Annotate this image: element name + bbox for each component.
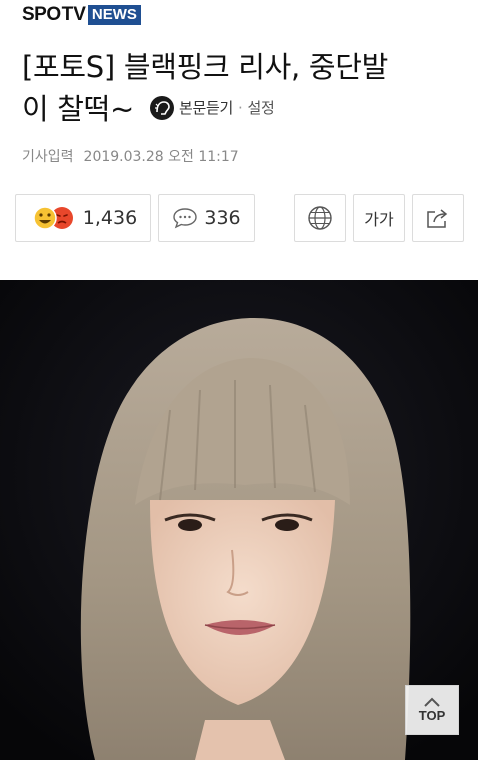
reaction-button[interactable]: 1,436 <box>15 194 151 242</box>
settings-link[interactable]: 설정 <box>247 87 274 129</box>
reaction-emoji-icon <box>33 206 73 230</box>
listen-button[interactable]: 본문듣기 <box>179 87 233 129</box>
article-title-line1: [포토S] 블랙핑크 리사, 중단발 <box>22 50 388 84</box>
scroll-to-top-button[interactable]: TOP <box>405 685 459 735</box>
share-button[interactable] <box>412 194 464 242</box>
chevron-up-icon <box>424 697 440 707</box>
site-logo[interactable]: SPO TV NEWS <box>22 4 141 26</box>
font-size-label: 가가 <box>364 210 394 229</box>
article-meta: 기사입력 2019.03.28 오전 11:17 <box>22 146 239 166</box>
article-title-line2: 이 찰떡~ <box>22 92 135 126</box>
logo-tv-text: TV <box>61 4 86 25</box>
listen-controls: 본문듣기 · 설정 <box>149 87 275 129</box>
listen-icon[interactable] <box>149 95 175 121</box>
font-size-button[interactable]: 가가 <box>353 194 405 242</box>
logo-news-badge: NEWS <box>87 5 141 25</box>
reaction-count: 1,436 <box>82 207 138 229</box>
separator-dot: · <box>238 99 243 117</box>
meta-date: 2019.03.28 오전 11:17 <box>83 149 239 165</box>
comment-count: 336 <box>204 207 241 229</box>
meta-label: 기사입력 <box>22 149 74 165</box>
share-icon <box>427 209 448 228</box>
translate-button[interactable] <box>294 194 346 242</box>
comment-icon <box>173 208 198 229</box>
globe-icon <box>308 206 332 230</box>
article-title: [포토S] 블랙핑크 리사, 중단발 이 찰떡~ 본문듣기 · 설정 <box>22 46 462 132</box>
logo-spo-text: SPO <box>22 4 61 25</box>
top-label: TOP <box>418 708 446 723</box>
comment-button[interactable]: 336 <box>158 194 255 242</box>
